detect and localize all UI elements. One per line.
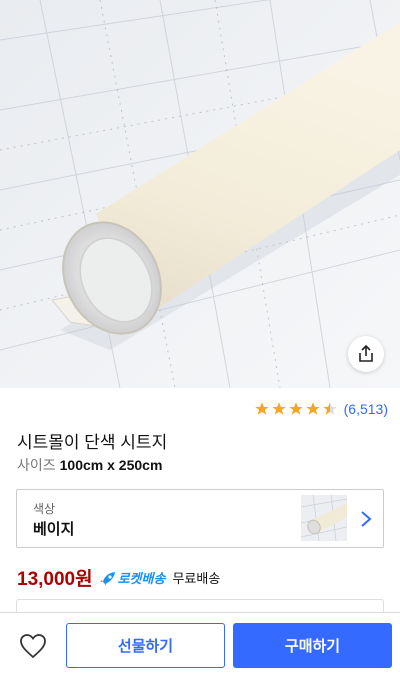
option-thumbnail xyxy=(301,495,347,541)
star-full-icon xyxy=(271,402,286,415)
share-icon xyxy=(359,344,373,362)
size-label: 사이즈 xyxy=(17,457,56,473)
shipping-info: 무료배송 xyxy=(172,571,221,586)
buy-button[interactable]: 구매하기 xyxy=(233,623,392,668)
size-value: 100cm x 250cm xyxy=(59,457,163,473)
bottom-action-bar: 선물하기 구매하기 xyxy=(0,612,400,694)
star-full-icon xyxy=(254,402,269,415)
review-count[interactable]: (6,513) xyxy=(344,401,388,417)
sheet-roll-thumbnail-icon xyxy=(301,495,347,541)
price-row: 13,000원 로켓배송 무료배송 xyxy=(17,564,220,591)
star-half-icon xyxy=(322,402,337,415)
rating[interactable]: (6,513) xyxy=(254,401,388,417)
wishlist-heart-icon[interactable] xyxy=(19,633,47,659)
star-full-icon xyxy=(305,402,320,415)
option-label: 색상 xyxy=(33,502,56,516)
product-title: 시트몰이 단색 시트지 xyxy=(17,433,168,452)
rocket-icon xyxy=(99,571,115,586)
product-image[interactable] xyxy=(0,0,400,388)
color-option-selector[interactable]: 색상 베이지 xyxy=(16,489,384,548)
star-rating xyxy=(254,401,338,417)
rocket-delivery-label: 로켓배송 xyxy=(117,571,166,586)
gift-button[interactable]: 선물하기 xyxy=(66,623,225,668)
price: 13,000원 xyxy=(17,569,93,590)
option-value: 베이지 xyxy=(33,521,75,538)
star-full-icon xyxy=(288,402,303,415)
sheet-roll-illustration xyxy=(0,0,400,388)
size-info: 사이즈 100cm x 250cm xyxy=(17,455,162,475)
rocket-delivery-badge: 로켓배송 xyxy=(99,568,166,587)
share-button[interactable] xyxy=(348,336,384,372)
chevron-right-icon xyxy=(361,511,372,527)
